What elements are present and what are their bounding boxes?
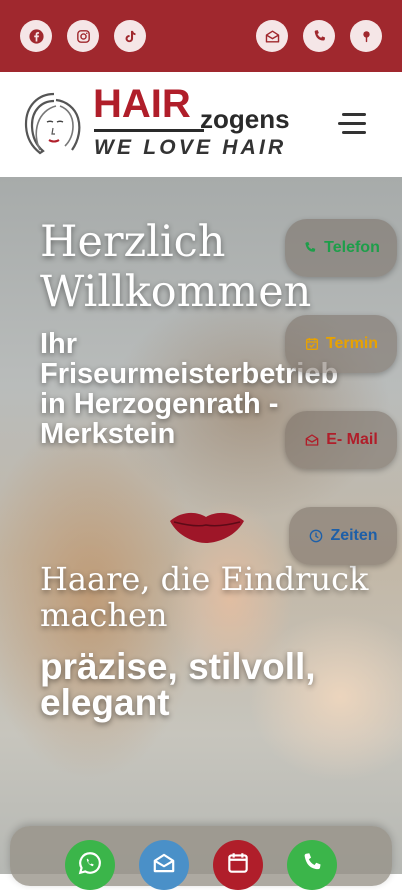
logo-brand-main: HAIR — [93, 82, 191, 126]
opening-hours-button-label: Zeiten — [330, 527, 378, 544]
logo-tagline: WE LOVE HAIR — [94, 136, 287, 159]
dock-email-button[interactable] — [139, 840, 189, 890]
hero-claim: präzise, stilvoll, elegant — [40, 646, 316, 723]
facebook-icon[interactable] — [20, 20, 52, 52]
hero-background-image — [170, 512, 244, 543]
logo-divider — [94, 129, 204, 132]
hero-title: Herzlich Willkommen — [40, 217, 312, 317]
calendar-check-icon — [305, 338, 318, 350]
bottom-contact-dock — [10, 826, 392, 890]
clock-icon — [310, 529, 323, 543]
email-icon — [153, 853, 175, 873]
phone-icon — [305, 242, 316, 252]
dock-calendar-button[interactable] — [213, 840, 263, 890]
email-icon[interactable] — [256, 20, 288, 52]
whatsapp-icon — [78, 852, 101, 875]
email-icon — [305, 434, 319, 446]
appointment-button-label: Termin — [325, 335, 379, 352]
email-button[interactable]: E- Mail — [285, 411, 397, 469]
phone-icon — [304, 853, 321, 870]
phone-button-label: Telefon — [324, 239, 380, 256]
logo-face-icon — [24, 92, 81, 155]
hamburger-menu-icon[interactable] — [338, 112, 370, 136]
location-icon[interactable] — [350, 20, 382, 52]
instagram-icon[interactable] — [67, 20, 99, 52]
opening-hours-button[interactable]: Zeiten — [289, 507, 397, 565]
phone-button[interactable]: Telefon — [285, 219, 397, 277]
appointment-button[interactable]: Termin — [285, 315, 397, 373]
whatsapp-button[interactable] — [65, 840, 115, 890]
calendar-icon — [228, 853, 248, 873]
site-header: HAIR zogens WE LOVE HAIR — [0, 72, 402, 177]
top-bar — [0, 0, 402, 72]
dock-phone-button[interactable] — [287, 840, 337, 890]
email-button-label: E- Mail — [326, 431, 378, 448]
phone-icon[interactable] — [303, 20, 335, 52]
logo-brand-sub: zogens — [200, 104, 290, 134]
tiktok-icon[interactable] — [114, 20, 146, 52]
hero-tagline: Haare, die Eindruck machen — [40, 560, 369, 634]
